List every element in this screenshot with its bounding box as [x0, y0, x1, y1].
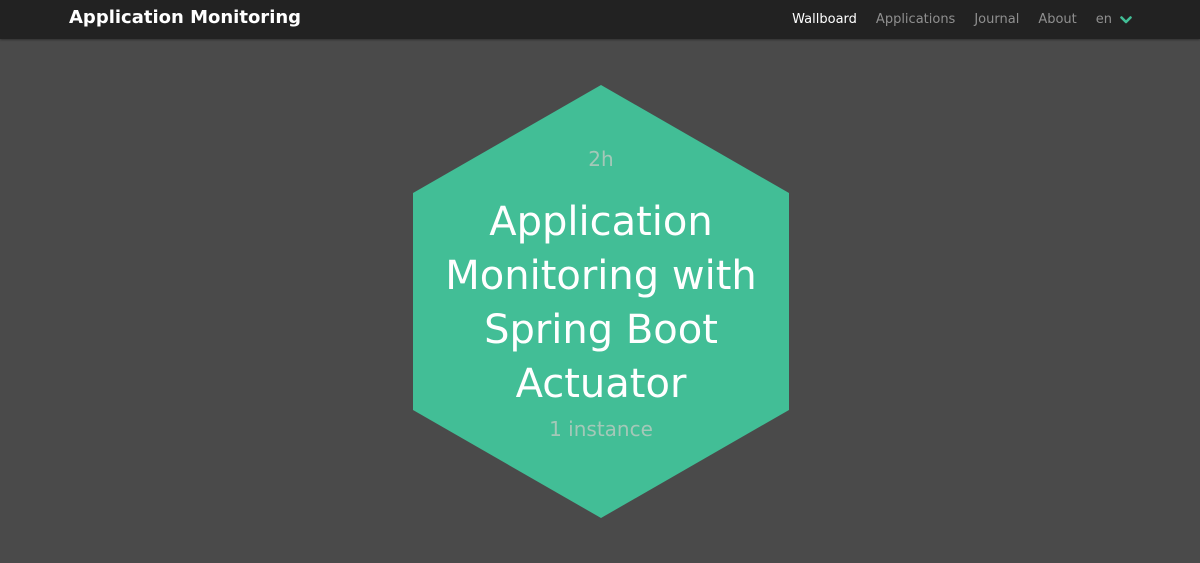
application-uptime: 2h	[588, 147, 614, 171]
nav-journal[interactable]: Journal	[974, 0, 1019, 39]
application-hexagon[interactable]: 2h Application Monitoring with Spring Bo…	[413, 85, 789, 518]
brand-title[interactable]: Application Monitoring	[69, 6, 301, 30]
main-nav: Wallboard Applications Journal About en	[773, 0, 1132, 39]
nav-applications[interactable]: Applications	[876, 0, 955, 39]
application-name: Application Monitoring with Spring Boot …	[413, 195, 789, 411]
instance-count: 1 instance	[549, 417, 653, 441]
application-name-line: Spring Boot	[484, 307, 718, 353]
language-selector[interactable]: en	[1096, 12, 1132, 27]
chevron-down-icon	[1120, 15, 1132, 23]
language-label: en	[1095, 12, 1112, 27]
application-name-line: Monitoring with	[445, 253, 757, 299]
application-name-line: Actuator	[515, 361, 687, 407]
hexagon-content: 2h Application Monitoring with Spring Bo…	[413, 85, 789, 518]
top-navbar: Application Monitoring Wallboard Applica…	[0, 0, 1200, 39]
wallboard: 2h Application Monitoring with Spring Bo…	[0, 39, 1200, 563]
application-name-line: Application	[489, 199, 713, 245]
nav-wallboard[interactable]: Wallboard	[792, 0, 857, 39]
nav-about[interactable]: About	[1038, 0, 1076, 39]
